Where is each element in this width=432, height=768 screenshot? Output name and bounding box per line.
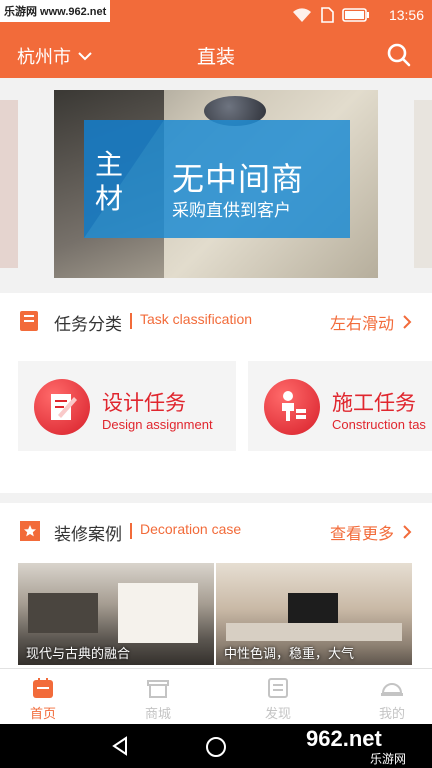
banner-tag: 主材 (94, 148, 123, 215)
tab-home[interactable]: 首页 (0, 677, 86, 722)
search-icon[interactable] (386, 42, 412, 68)
sim-icon (321, 7, 334, 23)
logo-brand: 乐游网 (370, 752, 407, 766)
book-icon (20, 311, 38, 331)
case-section-subtitle: Decoration case (140, 521, 242, 537)
banner-slide[interactable]: 主材 无中间商 采购直供到客户 (54, 90, 378, 278)
city-selector[interactable]: 杭州市 (17, 43, 93, 69)
home-icon (33, 678, 53, 698)
banner-headline: 无中间商 (172, 160, 305, 198)
view-more-link[interactable]: 查看更多 (330, 520, 412, 544)
task-section-subtitle: Task classification (140, 311, 253, 327)
home-button-icon[interactable] (205, 736, 227, 758)
task-section-title: 任务分类 (54, 315, 122, 335)
banner-next-peek[interactable] (414, 100, 432, 268)
task-card-design[interactable]: 设计任务 Design assignment (18, 361, 236, 451)
chevron-down-icon (78, 52, 92, 61)
task-card-construction[interactable]: 施工任务 Construction tas (248, 361, 432, 451)
logo-text: 962.net (306, 726, 382, 751)
watermark: 乐游网 www.962.net (0, 0, 111, 22)
chevron-right-icon (403, 315, 412, 329)
status-icons (292, 7, 370, 23)
construction-task-icon (264, 379, 320, 435)
view-more-label: 查看更多 (329, 524, 394, 543)
case-section-header: 装修案例 Decoration case 查看更多 (0, 503, 432, 561)
design-task-icon (34, 379, 90, 435)
tab-label: 发现 (264, 707, 291, 722)
city-label: 杭州市 (17, 47, 71, 68)
task-card-title: 设计任务 (102, 391, 186, 415)
banner-prev-peek[interactable] (0, 100, 18, 268)
case-caption: 中性色调，稳重，大气 (224, 647, 355, 662)
wifi-icon (293, 8, 311, 22)
case-caption: 现代与古典的融合 (26, 647, 131, 662)
tab-mine[interactable]: 我的 (349, 677, 432, 722)
task-card-title: 施工任务 (332, 391, 416, 415)
bottom-tab-bar: 首页 商城 发现 我的 (0, 668, 432, 724)
swipe-hint-label: 左右滑动 (329, 314, 394, 333)
tab-discover[interactable]: 发现 (235, 677, 321, 722)
banner-subline: 采购直供到客户 (172, 201, 291, 221)
task-card-subtitle: Construction tas (332, 417, 426, 432)
battery-icon (342, 8, 369, 22)
watermark-logo: 962.net 乐游网 (306, 722, 426, 766)
tab-mall[interactable]: 商城 (115, 677, 201, 722)
tab-label: 首页 (29, 707, 56, 722)
discover-icon (268, 678, 288, 698)
task-card-subtitle: Design assignment (102, 417, 213, 432)
case-item-neutral[interactable]: 中性色调，稳重，大气 (216, 563, 412, 665)
tab-label: 商城 (144, 707, 171, 722)
clock: 13:56 (388, 7, 424, 23)
status-bar: 乐游网 www.962.net 13:56 (0, 0, 432, 30)
back-icon[interactable] (110, 736, 130, 756)
bookmark-star-icon (20, 521, 40, 541)
tab-label: 我的 (378, 707, 405, 722)
task-section: 任务分类 Task classification 左右滑动 设计任务 Desig… (0, 293, 432, 493)
shop-icon (147, 680, 169, 698)
swipe-hint[interactable]: 左右滑动 (330, 310, 412, 334)
app-header: 直装 杭州市 (0, 30, 432, 78)
task-section-header: 任务分类 Task classification 左右滑动 (0, 293, 432, 351)
case-section-title: 装修案例 (54, 525, 122, 545)
helmet-icon (381, 683, 403, 696)
chevron-right-icon (403, 525, 412, 539)
case-item-modern-classic[interactable]: 现代与古典的融合 (18, 563, 214, 665)
